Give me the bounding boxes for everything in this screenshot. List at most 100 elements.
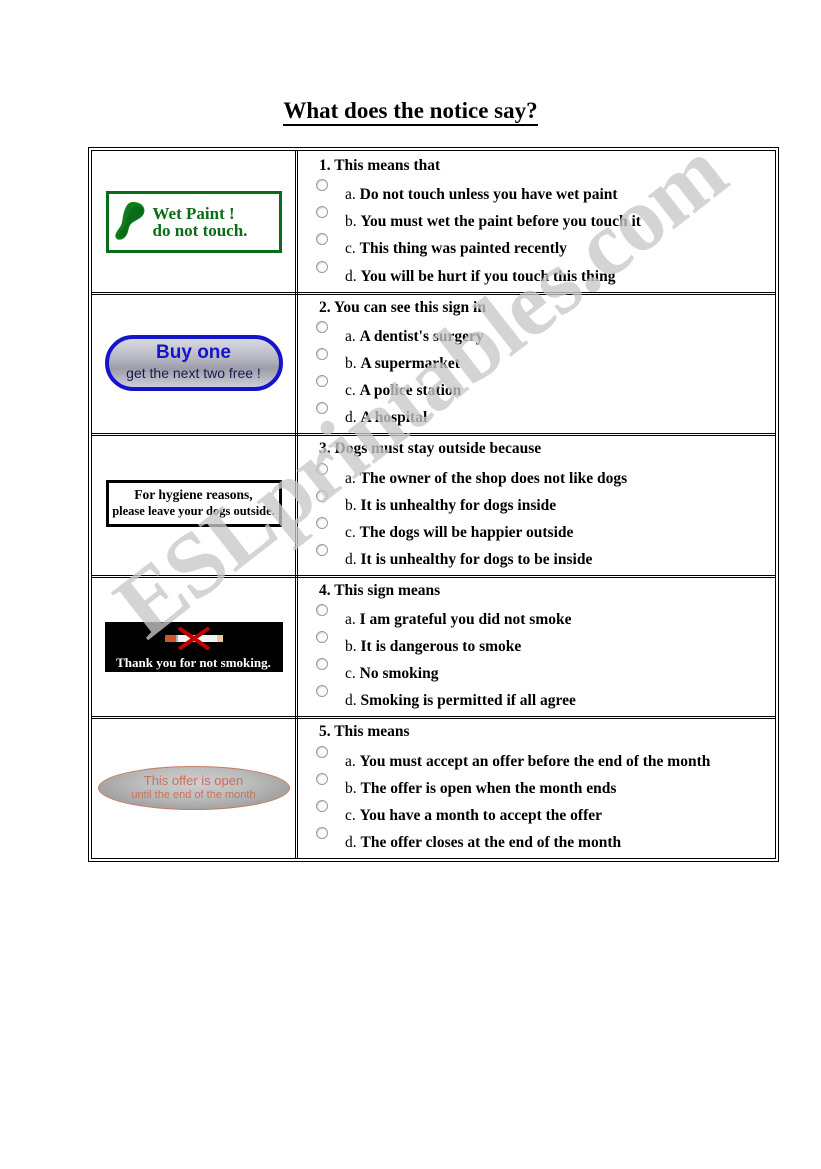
option-label-2b: b. A supermarket [345,355,460,372]
option-row[interactable]: d. Smoking is permitted if all agree [302,683,771,709]
option-text: This thing was painted recently [359,240,567,258]
option-letter: c. [345,240,356,258]
option-row[interactable]: a. You must accept an offer before the e… [302,744,771,770]
option-label-4a: a. I am grateful you did not smoke [345,611,572,628]
option-label-5d: d. The offer closes at the end of the mo… [345,834,621,851]
option-row[interactable]: c. The dogs will be happier outside [302,515,771,541]
option-text: The offer is open when the month ends [360,779,617,797]
option-label-1d: d. You will be hurt if you touch this th… [345,268,615,285]
question-cell-4: 4. This sign means a. I am grateful you … [298,576,775,717]
worksheet-table: Wet Paint ! do not touch. 1. This means … [88,147,779,862]
radio-button-1c[interactable] [316,233,328,246]
radio-button-3d[interactable] [316,543,328,556]
option-row[interactable]: c. You have a month to accept the offer [302,798,771,824]
offer-line-1: This offer is open [143,773,244,789]
option-text: No smoking [359,665,439,683]
option-text: You must accept an offer before the end … [359,752,711,770]
option-text: It is unhealthy for dogs to be inside [360,550,593,568]
question-stem: 4. This sign means [319,581,441,599]
option-row[interactable]: a. Do not touch unless you have wet pain… [302,177,771,203]
option-row[interactable]: d. You will be hurt if you touch this th… [302,259,771,285]
option-label-4c: c. No smoking [345,665,438,682]
option-letter: b. [345,213,357,231]
sign-cell-4: Thank you for not smoking. [92,575,298,717]
option-label-2c: c. A police station [345,382,461,399]
option-letter: c. [345,523,356,541]
option-label-1c: c. This thing was painted recently [345,240,567,257]
option-row[interactable]: c. A police station [302,373,771,399]
option-text: It is unhealthy for dogs inside [360,496,557,514]
radio-button-5d[interactable] [316,826,328,839]
option-text: The owner of the shop does not like dogs [359,469,628,487]
option-text: The dogs will be happier outside [359,523,574,541]
option-row[interactable]: d. It is unhealthy for dogs to be inside [302,542,771,568]
radio-button-2a[interactable] [316,320,328,333]
radio-button-2c[interactable] [316,375,328,388]
radio-button-5b[interactable] [316,772,328,785]
radio-button-3c[interactable] [316,516,328,529]
radio-button-1a[interactable] [316,179,328,192]
radio-button-3a[interactable] [316,462,328,475]
radio-button-5a[interactable] [316,745,328,758]
option-row[interactable]: d. The offer closes at the end of the mo… [302,825,771,851]
option-label-1b: b. You must wet the paint before you tou… [345,213,641,230]
option-row[interactable]: a. A dentist's surgery [302,319,771,345]
option-label-3a: a. The owner of the shop does not like d… [345,470,627,487]
wet-paint-line-2: do not touch. [152,221,248,241]
table-row: Thank you for not smoking. 4. This sign … [92,575,775,719]
crossed-cigarette-icon [164,626,223,650]
page-title-text: What does the notice say? [283,98,538,126]
option-row[interactable]: a. The owner of the shop does not like d… [302,461,771,487]
wet-paint-sign: Wet Paint ! do not touch. [105,191,282,254]
option-label-2a: a. A dentist's surgery [345,328,484,345]
radio-button-2b[interactable] [316,347,328,360]
question-stem: 2. You can see this sign in [319,298,486,316]
option-row[interactable]: b. You must wet the paint before you tou… [302,204,771,230]
option-label-5c: c. You have a month to accept the offer [345,807,602,824]
offer-line-2: until the end of the month [131,788,256,801]
option-letter: a. [345,327,356,345]
option-letter: d. [345,692,357,710]
radio-button-3b[interactable] [316,489,328,502]
option-row[interactable]: c. No smoking [302,656,771,682]
option-letter: b. [345,779,357,797]
option-row[interactable]: b. It is dangerous to smoke [302,629,771,655]
radio-button-4a[interactable] [316,604,328,617]
option-row[interactable]: a. I am grateful you did not smoke [302,602,771,628]
sign-cell-3: For hygiene reasons, please leave your d… [92,434,298,575]
option-letter: d. [345,550,357,568]
option-text: I am grateful you did not smoke [359,611,572,629]
radio-button-2d[interactable] [316,402,328,415]
sign-cell-1: Wet Paint ! do not touch. [92,151,298,292]
radio-button-5c[interactable] [316,799,328,812]
page-title: What does the notice say? [0,98,821,126]
option-letter: b. [345,496,357,514]
option-label-5b: b. The offer is open when the month ends [345,780,616,797]
option-text: It is dangerous to smoke [360,638,522,656]
radio-button-4d[interactable] [316,685,328,698]
sign-cell-5: This offer is open until the end of the … [92,717,298,858]
radio-button-4b[interactable] [316,631,328,644]
option-row[interactable]: b. A supermarket [302,346,771,372]
option-row[interactable]: c. This thing was painted recently [302,231,771,257]
option-text: A dentist's surgery [359,327,484,345]
option-label-2d: d. A hospital [345,409,427,426]
radio-button-1d[interactable] [316,260,328,273]
option-row[interactable]: d. A hospital [302,400,771,426]
wet-paint-line-1: Wet Paint ! [152,203,235,223]
option-text: You will be hurt if you touch this thing [360,267,616,285]
question-stem: 1. This means that [319,157,441,174]
question-stem: 3. Dogs must stay outside because [319,440,542,458]
radio-button-4c[interactable] [316,658,328,671]
question-cell-5: 5. This means a. You must accept an offe… [298,717,775,858]
option-label-4b: b. It is dangerous to smoke [345,638,521,655]
option-label-3c: c. The dogs will be happier outside [345,524,573,541]
table-row: Buy one get the next two free ! 2. You c… [92,292,775,436]
option-row[interactable]: b. It is unhealthy for dogs inside [302,488,771,514]
option-row[interactable]: b. The offer is open when the month ends [302,771,771,797]
paint-blob-icon [114,202,144,241]
radio-button-1b[interactable] [316,206,328,219]
option-text: A police station [359,382,462,400]
option-label-5a: a. You must accept an offer before the e… [345,753,710,770]
option-letter: d. [345,409,357,427]
